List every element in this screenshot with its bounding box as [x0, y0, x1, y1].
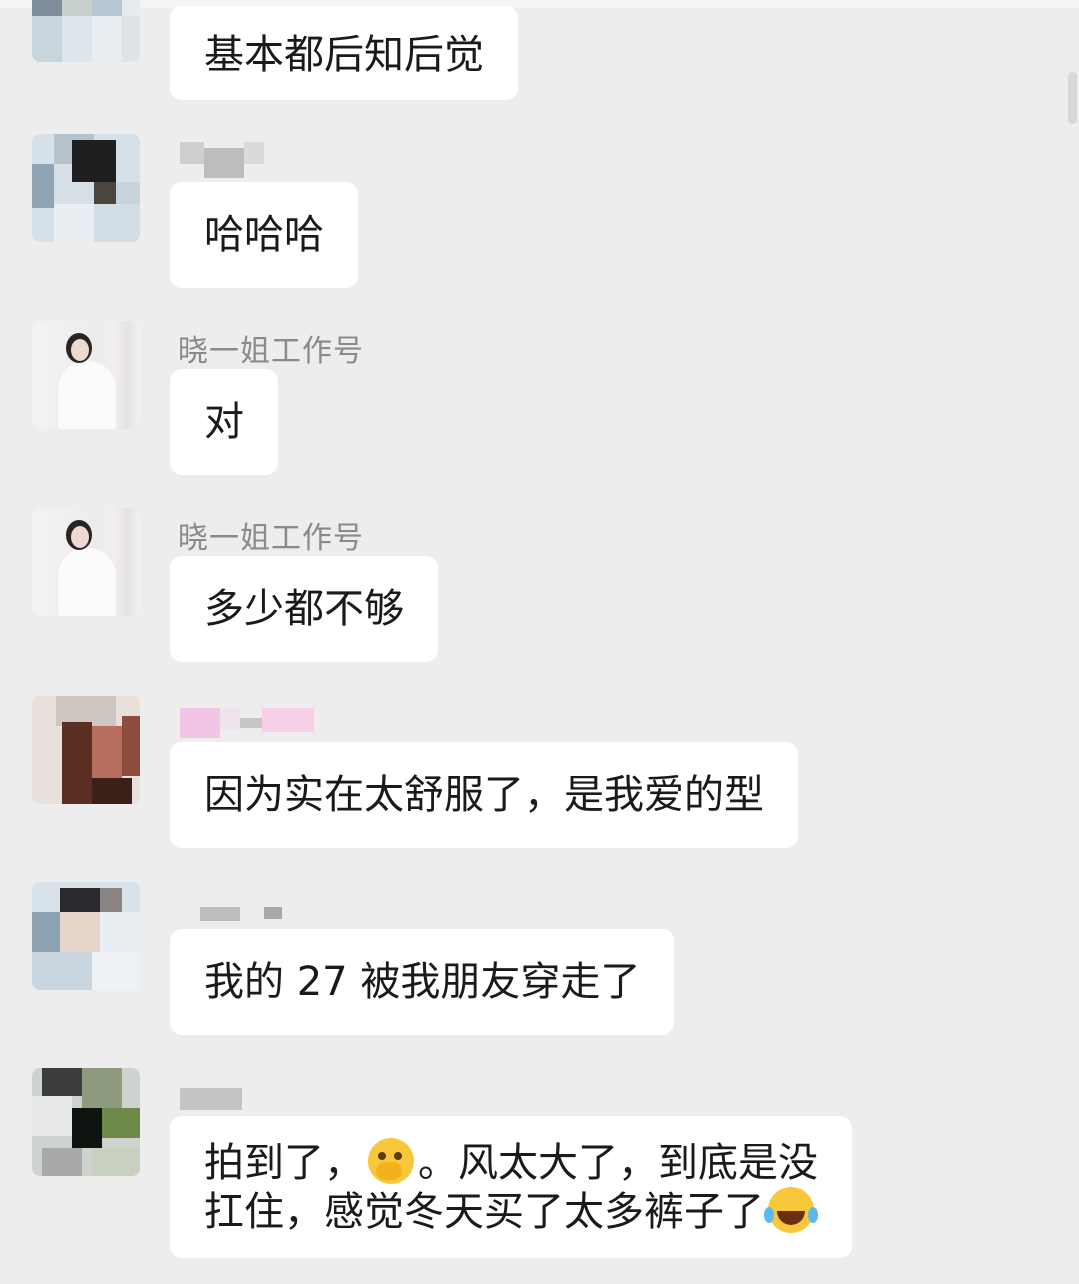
thinking-face-icon [368, 1138, 414, 1184]
message-bubble[interactable]: 拍到了， 。风太大了，到底是没 扛住，感觉冬天买了太多裤子了 [170, 1116, 852, 1258]
sender-name: 晓一姐工作号 [178, 334, 364, 369]
avatar[interactable] [32, 696, 140, 804]
message-text: 因为实在太舒服了，是我爱的型 [204, 772, 764, 818]
message-text: 拍到了， [204, 1140, 364, 1186]
message-text: 。风太大了，到底是没 [418, 1140, 818, 1186]
message-bubble[interactable]: 对 [170, 369, 278, 475]
scrollbar-thumb[interactable] [1068, 72, 1077, 124]
avatar[interactable] [32, 0, 140, 62]
message-text: 对 [204, 399, 244, 445]
message-text: 基本都后知后觉 [204, 32, 484, 78]
avatar[interactable] [32, 1068, 140, 1176]
top-edge [0, 0, 1079, 8]
avatar[interactable] [32, 508, 140, 616]
message-bubble[interactable]: 基本都后知后觉 [170, 6, 518, 100]
avatar[interactable] [32, 882, 140, 990]
tears-of-joy-icon [764, 1187, 814, 1233]
message-line: 拍到了， 。风太大了，到底是没 [204, 1138, 818, 1187]
message-text: 多少都不够 [204, 586, 404, 632]
message-text: 我的 27 被我朋友穿走了 [204, 959, 641, 1005]
avatar[interactable] [32, 321, 140, 429]
message-bubble[interactable]: 多少都不够 [170, 556, 438, 662]
message-bubble[interactable]: 因为实在太舒服了，是我爱的型 [170, 742, 798, 848]
message-bubble[interactable]: 我的 27 被我朋友穿走了 [170, 929, 675, 1035]
message-line: 扛住，感觉冬天买了太多裤子了 [204, 1187, 818, 1236]
message-text: 哈哈哈 [204, 212, 324, 258]
sender-name: 晓一姐工作号 [178, 521, 364, 556]
avatar[interactable] [32, 134, 140, 242]
message-bubble[interactable]: 哈哈哈 [170, 182, 358, 288]
message-text: 扛住，感觉冬天买了太多裤子了 [204, 1189, 764, 1235]
